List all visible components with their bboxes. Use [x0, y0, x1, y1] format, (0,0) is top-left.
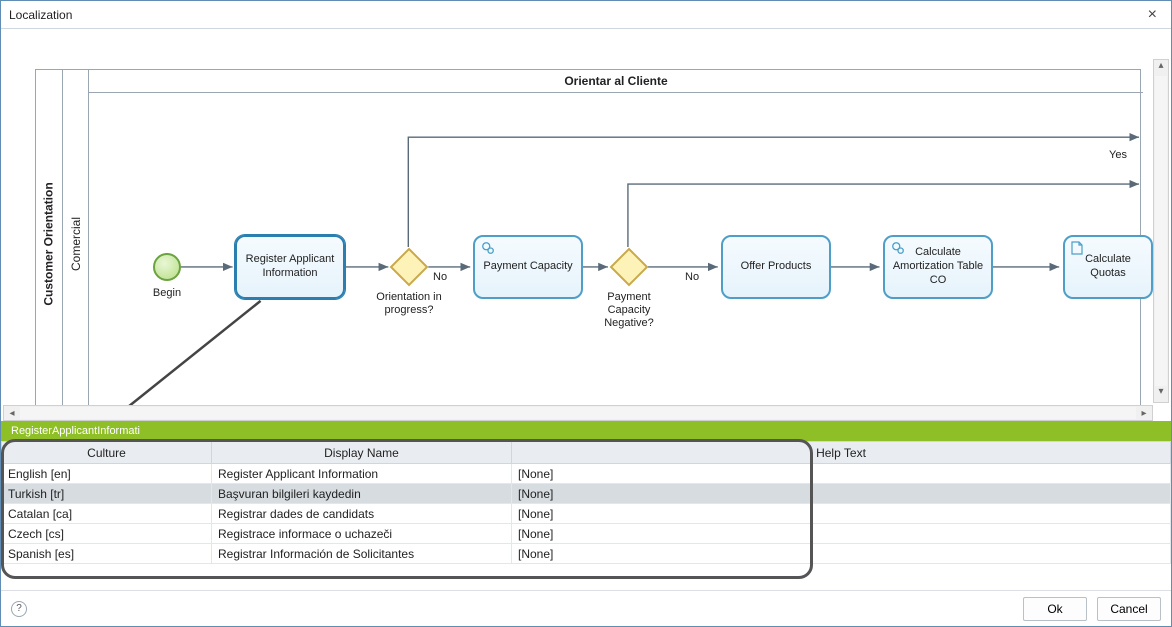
gear-icon — [891, 241, 905, 255]
edge-label-gw2-no: No — [685, 271, 699, 283]
cell-help[interactable]: [None] — [512, 464, 812, 484]
dialog-footer: ? Ok Cancel — [1, 590, 1171, 626]
task-quotas-label: Calculate Quotas — [1071, 253, 1145, 281]
cell-help[interactable]: [None] — [512, 524, 812, 544]
scroll-right-icon[interactable]: ▸ — [1136, 408, 1152, 419]
cell-culture[interactable]: Spanish [es] — [2, 544, 212, 564]
cell-culture[interactable]: English [en] — [2, 464, 212, 484]
gateway-capacity-label: Payment Capacity Negative? — [591, 291, 667, 331]
table-row[interactable]: Turkish [tr]Başvuran bilgileri kaydedin[… — [2, 484, 1171, 504]
entity-tab-label: RegisterApplicantInformati — [11, 425, 140, 437]
localization-grid-area: Culture Display Name Help Text English [… — [1, 441, 1171, 564]
task-register-applicant[interactable]: Register Applicant Information — [235, 235, 345, 299]
entity-tab[interactable]: RegisterApplicantInformati — [1, 421, 150, 441]
gear-icon — [481, 241, 495, 255]
cell-help[interactable]: [None] — [512, 484, 812, 504]
horizontal-scrollbar[interactable]: ◂ ▸ — [3, 405, 1153, 421]
vertical-scrollbar[interactable]: ▴ ▾ — [1153, 59, 1169, 403]
scroll-down-icon[interactable]: ▾ — [1154, 386, 1168, 402]
localization-grid[interactable]: Culture Display Name Help Text English [… — [1, 441, 1171, 564]
cell-empty — [812, 504, 1171, 524]
task-payment-capacity[interactable]: Payment Capacity — [473, 235, 583, 299]
titlebar: Localization × — [1, 1, 1171, 29]
col-display[interactable]: Display Name — [212, 442, 512, 464]
cell-display[interactable]: Başvuran bilgileri kaydedin — [212, 484, 512, 504]
scroll-left-icon[interactable]: ◂ — [4, 408, 20, 419]
window-title: Localization — [9, 8, 1142, 22]
cell-culture[interactable]: Czech [cs] — [2, 524, 212, 544]
diagram-canvas[interactable]: ▴ ▾ Customer Orientation Comercial Orien… — [1, 29, 1171, 421]
gateway-orientation[interactable] — [389, 247, 429, 287]
cell-display[interactable]: Register Applicant Information — [212, 464, 512, 484]
col-help[interactable]: Help Text — [512, 442, 1171, 464]
table-row[interactable]: Czech [cs]Registrace informace o uchazeč… — [2, 524, 1171, 544]
localization-dialog: Localization × ▴ ▾ Customer Orientation … — [0, 0, 1172, 627]
start-event[interactable] — [153, 253, 181, 281]
task-amortization[interactable]: Calculate Amortization Table CO — [883, 235, 993, 299]
lane-label: Comercial — [69, 217, 83, 271]
pool-label: Customer Orientation — [42, 182, 56, 305]
pool-label-cell: Customer Orientation — [35, 69, 63, 419]
cell-culture[interactable]: Catalan [ca] — [2, 504, 212, 524]
cell-empty — [812, 524, 1171, 544]
task-offer-label: Offer Products — [741, 260, 812, 274]
task-register-label: Register Applicant Information — [243, 253, 337, 281]
scroll-track[interactable] — [20, 407, 1136, 419]
help-icon[interactable]: ? — [11, 601, 27, 617]
lane-title: Orientar al Cliente — [89, 69, 1143, 93]
grid-header-row: Culture Display Name Help Text — [2, 442, 1171, 464]
cell-empty — [812, 544, 1171, 564]
gateway-orientation-label: Orientation in progress? — [369, 291, 449, 317]
cancel-button[interactable]: Cancel — [1097, 597, 1161, 621]
edge-label-gw2-yes: Yes — [1109, 149, 1127, 161]
task-quotas[interactable]: Calculate Quotas — [1063, 235, 1153, 299]
scroll-track[interactable] — [1155, 76, 1167, 386]
cell-display[interactable]: Registrar Información de Solicitantes — [212, 544, 512, 564]
table-row[interactable]: Catalan [ca]Registrar dades de candidats… — [2, 504, 1171, 524]
task-amortization-label: Calculate Amortization Table CO — [891, 246, 985, 287]
task-payment-label: Payment Capacity — [483, 260, 572, 274]
cell-display[interactable]: Registrar dades de candidats — [212, 504, 512, 524]
task-offer-products[interactable]: Offer Products — [721, 235, 831, 299]
ok-button[interactable]: Ok — [1023, 597, 1087, 621]
cell-help[interactable]: [None] — [512, 504, 812, 524]
edge-label-gw1-no: No — [433, 271, 447, 283]
col-culture[interactable]: Culture — [2, 442, 212, 464]
cell-display[interactable]: Registrace informace o uchazeči — [212, 524, 512, 544]
cell-culture[interactable]: Turkish [tr] — [2, 484, 212, 504]
document-icon — [1071, 241, 1083, 255]
close-icon[interactable]: × — [1142, 6, 1163, 24]
lane-label-cell: Comercial — [63, 69, 89, 419]
cell-help[interactable]: [None] — [512, 544, 812, 564]
cell-empty — [812, 484, 1171, 504]
start-event-label: Begin — [147, 287, 187, 300]
table-row[interactable]: English [en]Register Applicant Informati… — [2, 464, 1171, 484]
table-row[interactable]: Spanish [es]Registrar Información de Sol… — [2, 544, 1171, 564]
entity-tabbar: RegisterApplicantInformati — [1, 421, 1171, 441]
scroll-up-icon[interactable]: ▴ — [1154, 60, 1168, 76]
gateway-capacity-negative[interactable] — [609, 247, 649, 287]
cell-empty — [812, 464, 1171, 484]
